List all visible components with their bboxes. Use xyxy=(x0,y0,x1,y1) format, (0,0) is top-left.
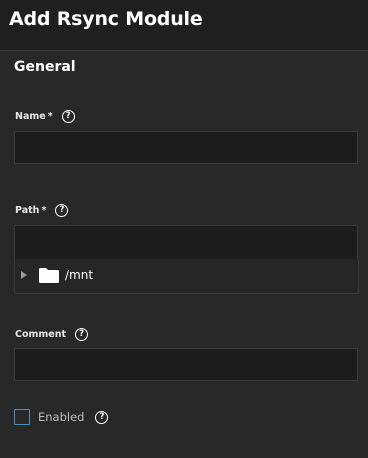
enabled-checkbox[interactable] xyxy=(14,409,30,425)
path-label-text: Path xyxy=(15,205,40,216)
folder-icon[interactable] xyxy=(39,268,59,283)
name-label: Name * ? xyxy=(15,110,75,123)
enabled-label-text[interactable]: Enabled xyxy=(38,410,84,424)
name-input[interactable] xyxy=(14,131,358,164)
required-marker: * xyxy=(47,111,53,122)
help-icon[interactable]: ? xyxy=(95,410,109,424)
rsync-module-dialog: Add Rsync Module General Name * ? Path *… xyxy=(0,0,368,458)
help-icon[interactable]: ? xyxy=(75,328,89,341)
name-label-text: Name xyxy=(15,111,46,122)
section-title: General xyxy=(14,59,76,75)
general-section: General Name * ? Path * ? /mnt Comment ? xyxy=(0,51,368,458)
dialog-title: Add Rsync Module xyxy=(9,8,203,30)
help-icon[interactable]: ? xyxy=(61,110,75,123)
dialog-header: Add Rsync Module xyxy=(0,0,368,51)
triangle-right-icon[interactable] xyxy=(21,271,27,279)
comment-label-text: Comment xyxy=(15,329,67,340)
tree-node-label[interactable]: /mnt xyxy=(65,268,93,282)
path-explorer-tree: /mnt xyxy=(14,259,359,294)
path-label: Path * ? xyxy=(15,204,69,217)
required-marker: * xyxy=(41,205,47,216)
comment-label: Comment ? xyxy=(15,328,89,341)
enabled-label: Enabled ? xyxy=(38,410,109,424)
path-input[interactable] xyxy=(14,225,358,260)
help-icon[interactable]: ? xyxy=(55,204,69,217)
comment-input[interactable] xyxy=(14,348,358,381)
